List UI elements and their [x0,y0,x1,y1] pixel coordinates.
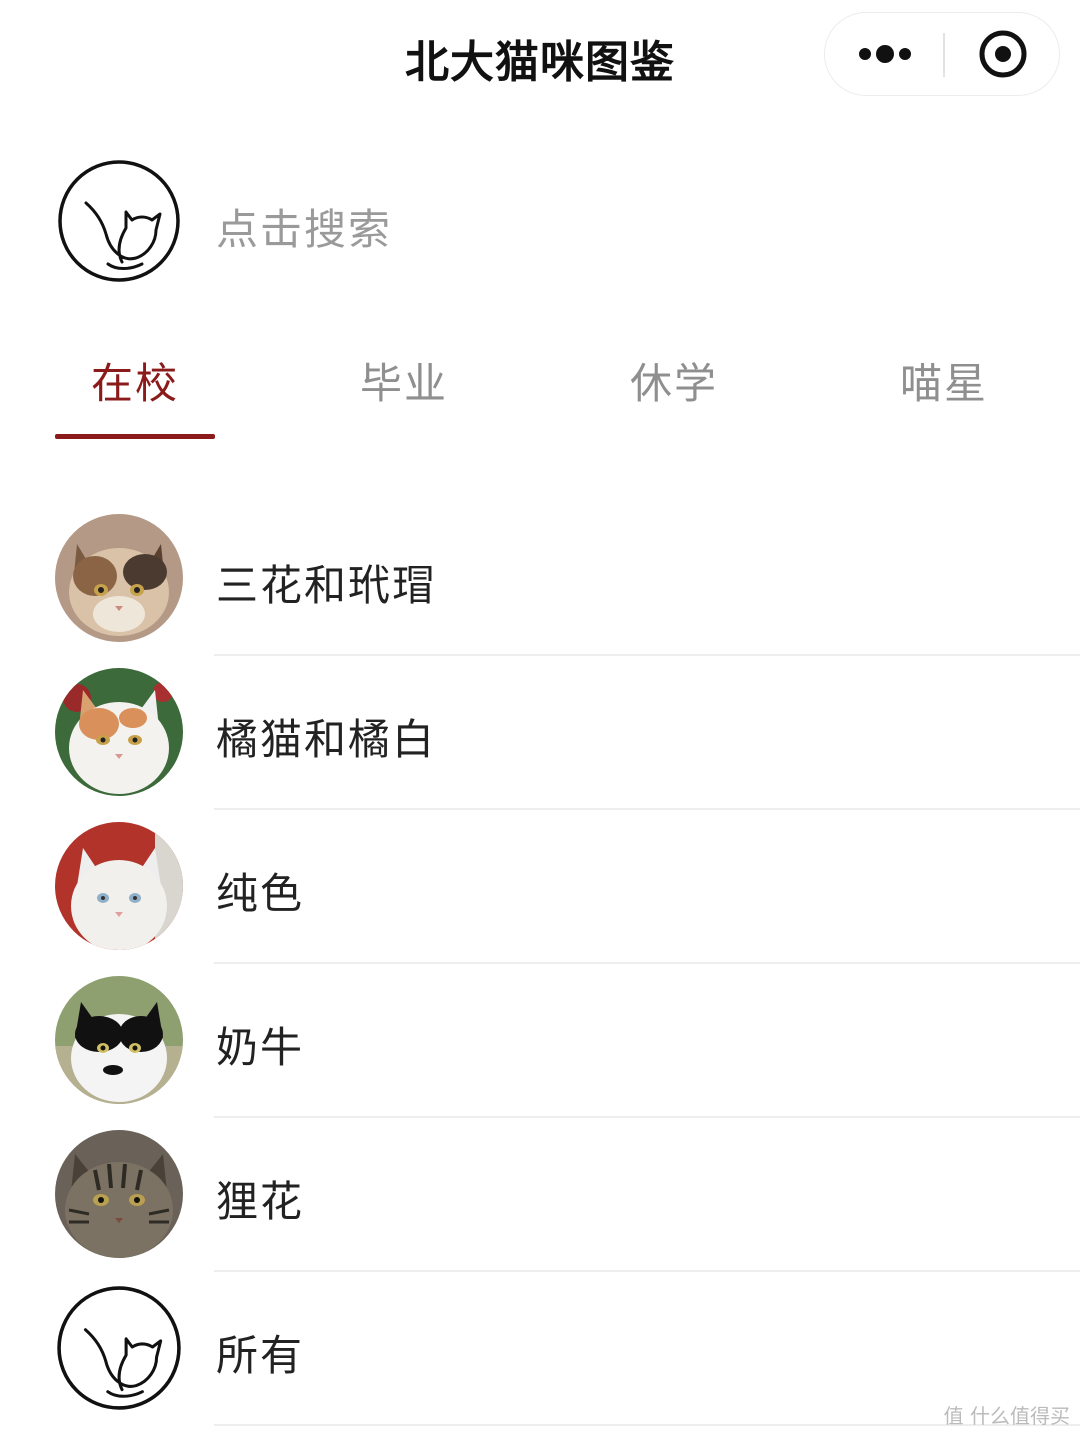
list-item-label: 所有 [216,1331,305,1380]
list-item-label: 纯色 [216,869,305,918]
tab-cat-star[interactable]: 喵星 [864,352,1024,442]
white-cat-photo [55,822,183,950]
avatar [55,514,183,642]
cat-outline-logo-icon [57,1286,181,1410]
list-item-all[interactable]: 所有 [0,1272,1080,1426]
list-item-tabby[interactable]: 狸花 [0,1118,1080,1272]
tab-graduated[interactable]: 毕业 [324,352,484,442]
navigation-bar: 北大猫咪图鉴 [0,0,1080,110]
watermark-text: 值 什么值得买 [943,1404,1070,1428]
list-item-calico[interactable]: 三花和玳瑁 [0,502,1080,656]
tab-enrolled[interactable]: 在校 [55,352,215,442]
watermark: 值 什么值得买 [944,1400,1070,1429]
list-item-solid-color[interactable]: 纯色 [0,810,1080,964]
list-item-cow-pattern[interactable]: 奶牛 [0,964,1080,1118]
search-bar[interactable]: 点击搜索 [0,150,1080,290]
orange-white-cat-photo [55,668,183,796]
tabby-cat-photo [55,1130,183,1258]
avatar [55,822,183,950]
cat-outline-logo-icon [58,160,180,282]
list-item-label: 三花和玳瑁 [216,561,437,610]
active-tab-indicator [55,434,215,439]
avatar [55,668,183,796]
status-tabs: 在校 毕业 休学 喵星 [0,352,1080,452]
calico-cat-photo [55,514,183,642]
close-mini-program-button[interactable] [945,13,1061,95]
target-circle-icon [979,30,1027,78]
list-item-label: 橘猫和橘白 [216,715,437,764]
avatar [55,1284,183,1412]
list-item-label: 奶牛 [216,1023,305,1072]
list-item-orange-white[interactable]: 橘猫和橘白 [0,656,1080,810]
avatar [55,976,183,1104]
mini-program-capsule [824,12,1060,96]
avatar [55,1130,183,1258]
list-item-label: 狸花 [216,1177,305,1226]
tab-suspended[interactable]: 休学 [594,352,754,442]
search-placeholder: 点击搜索 [216,205,393,254]
more-dots-icon [859,45,911,63]
black-white-cat-photo [55,976,183,1104]
more-button[interactable] [825,13,943,95]
